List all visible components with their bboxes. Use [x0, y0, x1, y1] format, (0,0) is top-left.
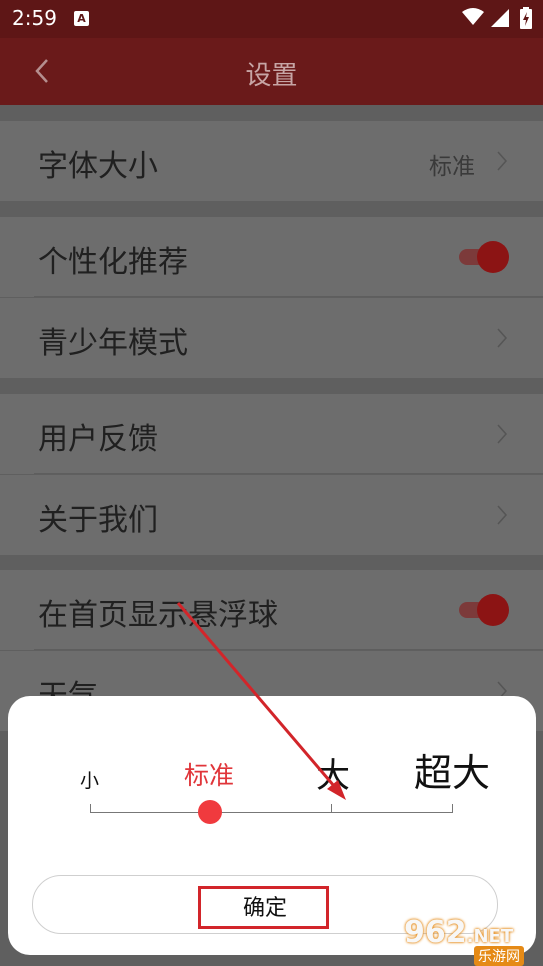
slider-tick: [452, 804, 453, 813]
settings-row-about[interactable]: 关于我们: [0, 475, 543, 555]
personalized-recommendation-toggle[interactable]: [459, 241, 509, 273]
app-bar: 设置: [0, 38, 543, 105]
font-size-slider[interactable]: [90, 800, 453, 830]
font-size-option-large[interactable]: 大: [316, 748, 350, 797]
row-divider: [34, 473, 543, 474]
row-divider: [34, 296, 543, 297]
settings-row-personalized-recommendation: 个性化推荐: [0, 217, 543, 297]
chevron-right-icon: [497, 505, 508, 525]
floating-ball-toggle[interactable]: [459, 594, 509, 626]
battery-charging-icon: [520, 7, 532, 29]
font-size-label: 字体大小: [38, 149, 158, 184]
notification-a-icon: A: [74, 11, 89, 26]
status-time: 2:59: [12, 6, 57, 30]
chevron-right-icon: [497, 424, 508, 444]
teen-mode-label: 青少年模式: [38, 326, 188, 361]
settings-row-floating-ball: 在首页显示悬浮球: [0, 570, 543, 650]
annotation-highlight-box: [198, 886, 329, 929]
settings-row-teen-mode[interactable]: 青少年模式: [0, 298, 543, 378]
font-size-option-standard[interactable]: 标准: [184, 756, 234, 792]
watermark-subtitle: 乐游网: [474, 946, 524, 966]
toggle-knob: [477, 241, 509, 273]
slider-track: [90, 812, 453, 813]
page-title: 设置: [245, 61, 298, 91]
font-size-value: 标准: [429, 154, 475, 180]
signal-icon: [491, 9, 509, 27]
row-divider: [34, 649, 543, 650]
wifi-icon: [462, 8, 484, 25]
settings-row-font-size[interactable]: 字体大小 标准: [0, 121, 543, 201]
toggle-knob: [477, 594, 509, 626]
settings-row-feedback[interactable]: 用户反馈: [0, 394, 543, 474]
slider-tick: [90, 804, 91, 813]
slider-tick: [331, 804, 332, 813]
feedback-label: 用户反馈: [38, 422, 158, 457]
floating-ball-label: 在首页显示悬浮球: [38, 598, 278, 633]
font-size-option-small[interactable]: 小: [80, 766, 99, 793]
personalized-recommendation-label: 个性化推荐: [38, 245, 188, 280]
status-bar: 2:59 A: [0, 0, 543, 38]
watermark-logo-text: 962.NET: [404, 915, 514, 950]
chevron-right-icon: [497, 328, 508, 348]
chevron-right-icon: [497, 151, 508, 171]
about-label: 关于我们: [38, 503, 158, 538]
slider-thumb[interactable]: [198, 800, 222, 824]
watermark-logo: 962.NET 乐游网: [404, 915, 539, 966]
font-size-option-extra-large[interactable]: 超大: [414, 742, 490, 797]
